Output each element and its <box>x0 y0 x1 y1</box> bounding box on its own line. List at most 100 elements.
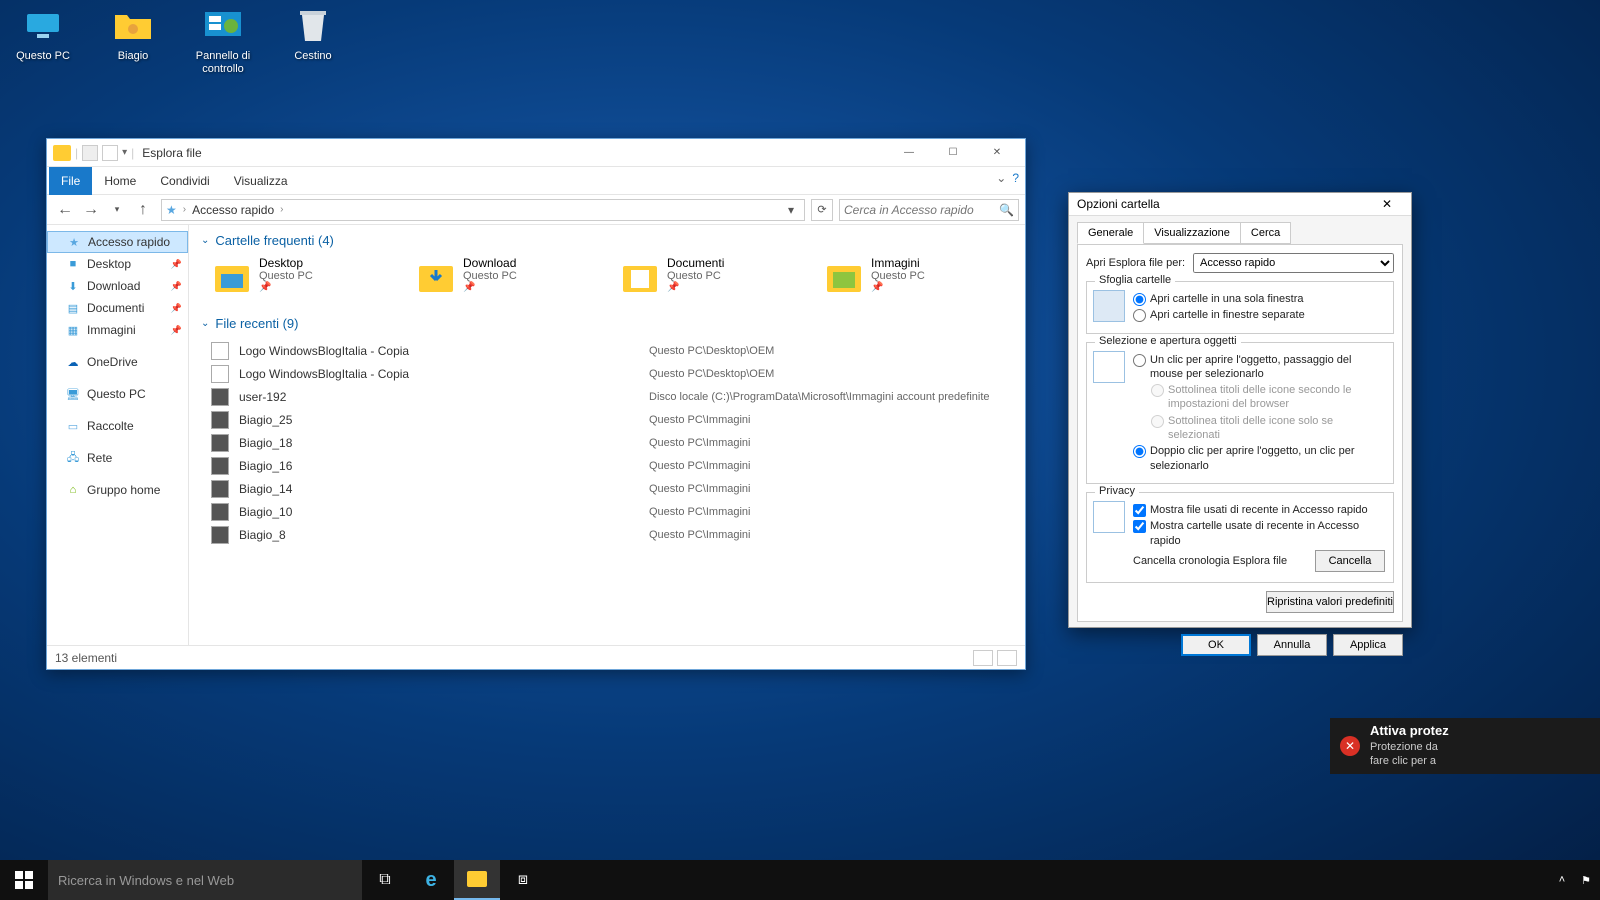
nav-network[interactable]: 🖧Rete <box>47 447 188 469</box>
restore-defaults-button[interactable]: Ripristina valori predefiniti <box>1266 591 1394 613</box>
tab-home[interactable]: Home <box>92 167 148 195</box>
dialog-tab-general[interactable]: Generale <box>1077 222 1144 244</box>
breadcrumb[interactable]: Accesso rapido <box>192 203 274 217</box>
ok-button[interactable]: OK <box>1181 634 1251 656</box>
up-button[interactable]: ↑ <box>131 198 155 222</box>
dialog-tab-search[interactable]: Cerca <box>1240 222 1291 244</box>
radio-double-click[interactable]: Doppio clic per aprire l'oggetto, un cli… <box>1133 444 1385 473</box>
control-panel-icon <box>203 6 243 46</box>
chevron-right-icon: › <box>183 204 186 215</box>
ribbon-tabs: File Home Condividi Visualizza ⌄ ? <box>47 167 1025 195</box>
tab-file[interactable]: File <box>49 167 92 195</box>
pin-icon: 📌 <box>171 303 182 314</box>
recent-files-header[interactable]: ⌄ File recenti (9) <box>201 316 1013 331</box>
recent-file-row[interactable]: Biagio_14Questo PC\Immagini <box>211 477 1013 500</box>
address-bar[interactable]: ★ › Accesso rapido › ▾ <box>161 199 805 221</box>
notification-toast[interactable]: ✕ Attiva protez Protezione da fare clic … <box>1330 718 1600 774</box>
frequent-folder[interactable]: ImmaginiQuesto PC📌 <box>823 256 1003 298</box>
frequent-folders-header[interactable]: ⌄ Cartelle frequenti (4) <box>201 233 1013 248</box>
recent-file-row[interactable]: user-192Disco locale (C:)\ProgramData\Mi… <box>211 385 1013 408</box>
pictures-icon: ▦ <box>65 322 81 338</box>
nav-quick-access[interactable]: ★Accesso rapido <box>47 231 188 253</box>
pin-icon: 📌 <box>259 282 313 293</box>
cancel-button[interactable]: Annulla <box>1257 634 1327 656</box>
dialog-tab-view[interactable]: Visualizzazione <box>1143 222 1241 244</box>
pin-icon: 📌 <box>463 282 517 293</box>
pin-icon: 📌 <box>171 325 182 336</box>
view-details-button[interactable] <box>973 650 993 666</box>
open-explorer-select[interactable]: Accesso rapido <box>1193 253 1394 273</box>
frequent-folder[interactable]: DocumentiQuesto PC📌 <box>619 256 799 298</box>
store-icon: ⧈ <box>518 871 528 889</box>
frequent-folder[interactable]: DesktopQuesto PC📌 <box>211 256 391 298</box>
recent-file-row[interactable]: Logo WindowsBlogItalia - CopiaQuesto PC\… <box>211 362 1013 385</box>
nav-download[interactable]: ⬇Download📌 <box>47 275 188 297</box>
view-large-button[interactable] <box>997 650 1017 666</box>
tab-share[interactable]: Condividi <box>148 167 221 195</box>
chevron-down-icon: ⌄ <box>201 235 209 246</box>
checkbox-show-recent-folders[interactable]: Mostra cartelle usate di recente in Acce… <box>1133 519 1385 548</box>
nav-this-pc[interactable]: 🖥Questo PC <box>47 383 188 405</box>
browse-folders-group: Sfoglia cartelle Apri cartelle in una so… <box>1086 281 1394 334</box>
nav-pictures[interactable]: ▦Immagini📌 <box>47 319 188 341</box>
recent-file-row[interactable]: Biagio_25Questo PC\Immagini <box>211 408 1013 431</box>
monitor-icon: 🖥 <box>65 386 81 402</box>
desktop-icon-control-panel[interactable]: Pannello di controllo <box>186 6 260 76</box>
apply-button[interactable]: Applica <box>1333 634 1403 656</box>
desktop-icon-questo-pc[interactable]: Questo PC <box>6 6 80 76</box>
tray-defender-icon[interactable]: ⚑ <box>1578 872 1594 888</box>
pin-icon: 📌 <box>871 282 925 293</box>
minimize-button[interactable]: — <box>887 139 931 167</box>
recent-file-row[interactable]: Biagio_16Questo PC\Immagini <box>211 454 1013 477</box>
cortana-search-box[interactable]: Ricerca in Windows e nel Web <box>48 860 362 900</box>
store-button[interactable]: ⧈ <box>500 860 546 900</box>
ribbon-collapse-icon[interactable]: ⌄ <box>996 171 1006 185</box>
refresh-button[interactable]: ⟳ <box>811 199 833 221</box>
nav-homegroup[interactable]: ⌂Gruppo home <box>47 479 188 501</box>
edge-button[interactable]: e <box>408 860 454 900</box>
desktop-icon-recycle-bin[interactable]: Cestino <box>276 6 350 76</box>
close-button[interactable]: ✕ <box>975 139 1019 167</box>
desktop-icon-user[interactable]: Biagio <box>96 6 170 76</box>
search-box[interactable]: 🔍 <box>839 199 1019 221</box>
search-icon[interactable]: 🔍 <box>999 203 1014 217</box>
dialog-close-button[interactable]: ✕ <box>1371 193 1403 215</box>
frequent-folder[interactable]: DownloadQuesto PC📌 <box>415 256 595 298</box>
radio-new-window[interactable]: Apri cartelle in finestre separate <box>1133 308 1385 322</box>
start-button[interactable] <box>0 860 48 900</box>
maximize-button[interactable]: ☐ <box>931 139 975 167</box>
nav-collections[interactable]: ▭Raccolte <box>47 415 188 437</box>
tray-chevron-icon[interactable]: ˄ <box>1554 872 1570 888</box>
qat-dropdown-icon[interactable]: ▾ <box>122 147 127 158</box>
back-button[interactable]: ← <box>53 198 77 222</box>
content-area: ⌄ Cartelle frequenti (4) DesktopQuesto P… <box>189 225 1025 645</box>
nav-documents[interactable]: ▤Documenti📌 <box>47 297 188 319</box>
folder-options-dialog: Opzioni cartella ✕ Generale Visualizzazi… <box>1068 192 1412 628</box>
file-explorer-button[interactable] <box>454 860 500 900</box>
clear-history-button[interactable]: Cancella <box>1315 550 1385 572</box>
recent-file-row[interactable]: Biagio_8Questo PC\Immagini <box>211 523 1013 546</box>
nav-onedrive[interactable]: ☁OneDrive <box>47 351 188 373</box>
forward-button[interactable]: → <box>79 198 103 222</box>
edge-icon: e <box>425 869 436 892</box>
recent-file-row[interactable]: Biagio_10Questo PC\Immagini <box>211 500 1013 523</box>
checkbox-show-recent-files[interactable]: Mostra file usati di recente in Accesso … <box>1133 503 1385 517</box>
qat-newfolder-icon[interactable] <box>102 145 118 161</box>
radio-same-window[interactable]: Apri cartelle in una sola finestra <box>1133 292 1385 306</box>
address-dropdown-icon[interactable]: ▾ <box>782 203 800 217</box>
recent-locations-button[interactable]: ▾ <box>105 198 129 222</box>
tab-view[interactable]: Visualizza <box>222 167 300 195</box>
file-thumb-icon <box>211 503 229 521</box>
qat-properties-icon[interactable] <box>82 145 98 161</box>
task-view-button[interactable]: ⧉ <box>362 860 408 900</box>
search-input[interactable] <box>844 203 999 217</box>
nav-desktop[interactable]: ■Desktop📌 <box>47 253 188 275</box>
open-explorer-label: Apri Esplora file per: <box>1086 257 1185 269</box>
chevron-down-icon: ⌄ <box>201 318 209 329</box>
radio-single-click[interactable]: Un clic per aprire l'oggetto, passaggio … <box>1133 353 1385 382</box>
windows-logo-icon <box>15 871 33 889</box>
recent-file-row[interactable]: Biagio_18Questo PC\Immagini <box>211 431 1013 454</box>
recent-file-row[interactable]: Logo WindowsBlogItalia - CopiaQuesto PC\… <box>211 339 1013 362</box>
star-icon: ★ <box>66 234 82 250</box>
help-icon[interactable]: ? <box>1012 171 1019 185</box>
